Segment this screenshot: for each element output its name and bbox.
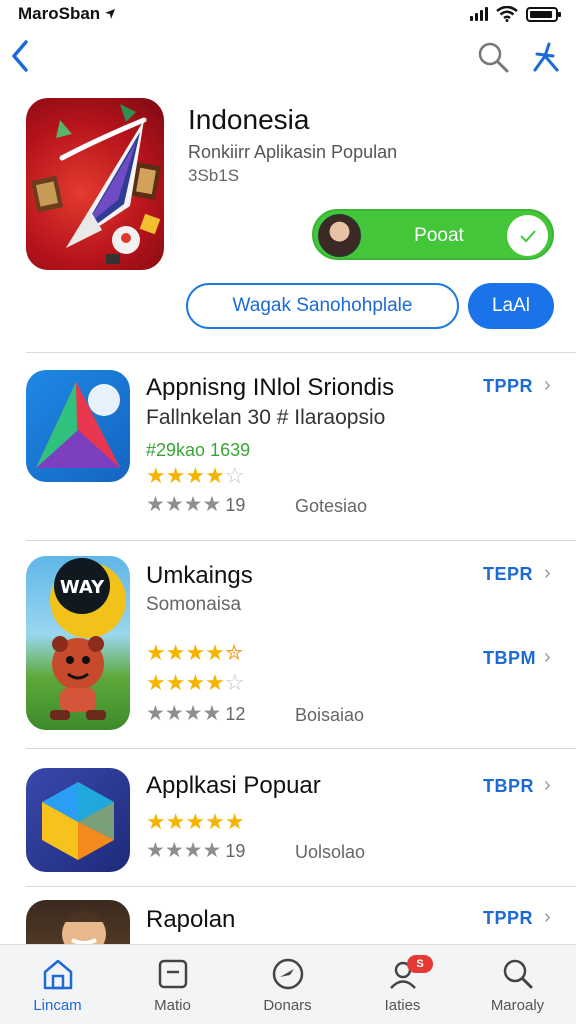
get-link[interactable]: TEPR [483,564,533,585]
character-face-icon [62,911,106,944]
cellular-signal-icon [470,7,488,21]
tab-label: Iaties [384,997,421,1014]
game-character-icon: WAY [50,558,126,720]
hero-meta: 3Sb1S [188,166,240,185]
app-category: Gotesiao [295,496,368,516]
tab-bar: Lincam Matio Donars S Iaties Maroaly [0,944,576,1024]
app-subtitle: Fallnkelan 30 # Ilaraopsio [146,406,386,429]
rating-count: 19 [225,495,246,515]
get-link[interactable]: TPPR [483,376,533,397]
avatar [318,214,361,257]
gray-rating: ★★★★ 19 [146,493,246,516]
app-icon: WAY [26,556,130,730]
status-bar: MaroSban [0,0,576,28]
back-button[interactable] [8,38,40,78]
secondary-action-button[interactable]: Wagak Sanohohplale [186,283,459,329]
list-item[interactable]: WAY Umkaings Somonaisa ★★★★✮ ★★★★☆ ★★★★ 1… [0,556,576,736]
gray-rating: ★★★★ 12 [146,702,246,725]
status-right [470,6,561,22]
app-icon [26,900,130,944]
hero-title: Indonesia [188,104,310,135]
tab-today[interactable]: Lincam [0,945,115,1024]
checkmark-icon [507,215,548,256]
location-arrow-icon [105,9,116,19]
divider [26,748,576,749]
star-rating-secondary: ★★★★☆ [146,670,245,695]
tab-updates[interactable]: S Iaties [345,945,460,1024]
chevron-right-icon: › [544,906,551,928]
rating-count: 12 [225,704,246,724]
star-rating: ★★★★✮ [146,640,244,665]
chevron-right-icon: › [544,774,551,796]
wifi-icon [496,6,518,22]
get-link[interactable]: TBPR [483,776,534,797]
divider [26,540,576,541]
chevron-right-icon: › [544,562,551,584]
get-link-secondary[interactable]: TBPM [483,648,536,669]
hero-app-icon[interactable] [26,98,164,270]
tab-label: Maroaly [490,997,545,1014]
tab-label: Matio [154,997,191,1014]
kite-game-art-icon [30,104,161,264]
get-button-label: Pooat [414,225,464,246]
app-icon [26,768,130,872]
app-category: Uolsolao [295,842,366,862]
home-icon [43,959,73,990]
svg-text:WAY: WAY [60,577,105,598]
gray-rating: ★★★★ 19 [146,839,246,862]
list-item[interactable]: Appnisng INlol Sriondis Fallnkelan 30 # … [0,370,576,520]
battery-icon [526,6,561,22]
rating-count: 19 [225,841,246,861]
primary-action-button[interactable]: LaAl [468,283,554,329]
search-icon [503,959,533,989]
get-link[interactable]: TPPR [483,908,533,929]
triangle-logo-icon [36,382,120,468]
list-item[interactable]: Rapolan TPPR › [0,900,576,944]
divider [26,352,576,353]
search-icon[interactable] [476,40,510,74]
app-category: Boisaiao [295,705,365,725]
tab-apps[interactable]: Donars [230,945,345,1024]
tab-games[interactable]: Matio [115,945,230,1024]
get-button[interactable]: Pooat [312,209,554,260]
chevron-right-icon: › [544,646,551,668]
list-item[interactable]: Applkasi Popuar ★★★★★ ★★★★ 19 Uolsolao TB… [0,768,576,878]
app-subtitle: Somonaisa [146,594,242,615]
square-app-icon [158,959,188,989]
person-icon[interactable] [531,40,561,76]
notification-badge: S [407,955,433,973]
app-name: Rapolan [146,906,236,933]
cube-logo-icon [42,782,114,860]
status-left: MaroSban [18,4,116,24]
tab-label: Donars [263,997,312,1014]
divider [26,886,576,887]
chevron-right-icon: › [544,374,551,396]
app-name: Appnisng INlol Sriondis [146,374,395,401]
app-icon [26,370,130,482]
app-name: Umkaings [146,562,253,589]
hero-subtitle: Ronkiirr Aplikasin Populan [188,142,398,162]
tab-search[interactable]: Maroaly [460,945,575,1024]
app-name: Applkasi Popuar [146,772,321,799]
carrier-label: MaroSban [18,4,101,23]
app-price: #29kao 1639 [146,440,251,460]
tab-label: Lincam [33,997,82,1014]
star-rating: ★★★★☆ [146,463,245,488]
star-rating: ★★★★★ [146,809,245,834]
compass-icon [272,958,304,990]
chevron-left-icon [12,40,28,72]
